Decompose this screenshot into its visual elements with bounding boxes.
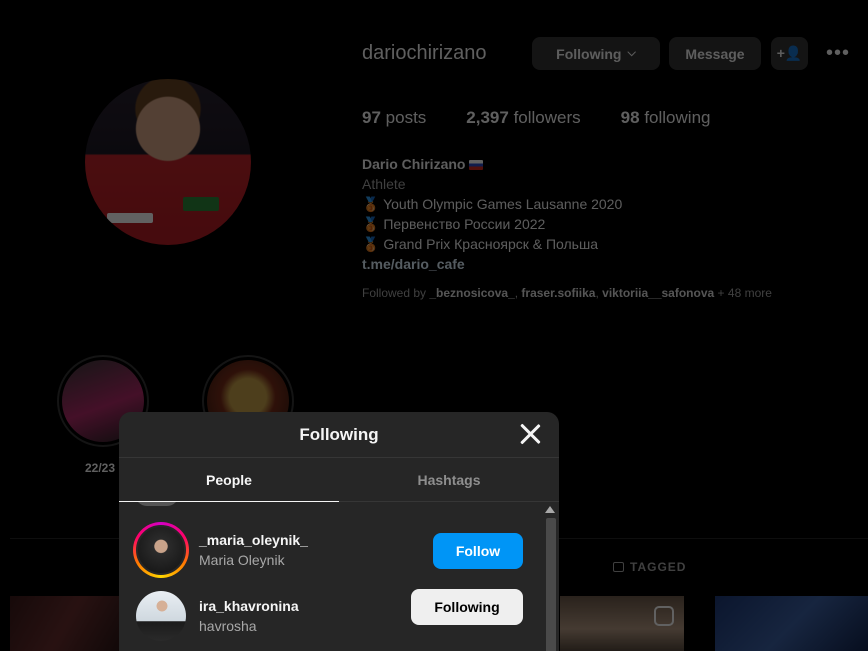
reels-icon [654,606,674,626]
bio-name: Dario Chirizano [362,156,466,172]
russia-flag-icon [469,160,484,171]
row-username[interactable]: ira_khavronina [199,596,299,616]
tab-hashtags[interactable]: Hashtags [339,458,559,501]
avatar-detail [107,213,153,223]
post-thumbnail[interactable] [10,596,120,651]
add-user-icon[interactable]: +👤 [771,37,808,70]
post-thumbnail[interactable] [715,596,868,651]
following-button[interactable]: Following [411,589,523,625]
modal-tabs: People Hashtags [119,458,559,502]
modal-header: Following [119,412,559,458]
close-icon[interactable] [519,423,541,445]
avatar-detail [183,197,219,211]
chevron-down-icon: ⌵ [627,47,636,59]
bio-line: 🥉 Grand Prix Красноярск & Польша [362,236,598,252]
avatar[interactable] [136,591,186,641]
bio-line: 🥉 Youth Olympic Games Lausanne 2020 [362,196,623,212]
profile-username: dariochirizano [362,42,487,64]
bio-link[interactable]: t.me/dario_cafe [362,254,622,274]
following-stat[interactable]: 98 following [621,108,711,128]
avatar[interactable] [133,522,189,578]
list-item: ira_khavronina havrosha Following [119,584,543,648]
scrollbar[interactable] [543,502,559,651]
bio-line: 🥉 Первенство России 2022 [362,216,546,232]
followers-stat[interactable]: 2,397 followers [466,108,580,128]
profile-stats: 97 posts 2,397 followers 98 following [362,108,710,128]
bio-category: Athlete [362,176,406,192]
row-fullname: Maria Oleynik [199,552,285,568]
message-button[interactable]: Message [669,37,761,70]
profile-avatar[interactable] [85,79,251,245]
scroll-up-arrow-icon[interactable] [545,506,555,513]
tab-tagged[interactable]: TAGGED [613,560,686,574]
following-modal: Following People Hashtags _maria_oleynik… [119,412,559,651]
row-username[interactable]: _maria_oleynik_ [199,530,308,550]
following-list[interactable]: _maria_oleynik_ Maria Oleynik Follow ira… [119,502,559,651]
modal-title: Following [299,424,379,444]
avatar [135,502,179,506]
follow-button[interactable]: Follow [433,533,523,569]
row-fullname: havrosha [199,618,257,634]
profile-bio: Dario Chirizano Athlete 🥉 Youth Olympic … [362,154,622,274]
tagged-icon [613,562,624,572]
followed-by[interactable]: Followed by _beznosicova_, fraser.sofiik… [362,286,772,300]
posts-stat: 97 posts [362,108,427,127]
following-button-label: Following [556,45,622,62]
scrollbar-thumb[interactable] [546,518,556,651]
highlight-label: 22/23 [85,461,116,475]
list-item: _maria_oleynik_ Maria Oleynik Follow [119,518,543,582]
more-options-icon[interactable]: ••• [826,42,850,65]
tab-people[interactable]: People [119,458,339,502]
following-dropdown-button[interactable]: Following ⌵ [532,37,660,70]
